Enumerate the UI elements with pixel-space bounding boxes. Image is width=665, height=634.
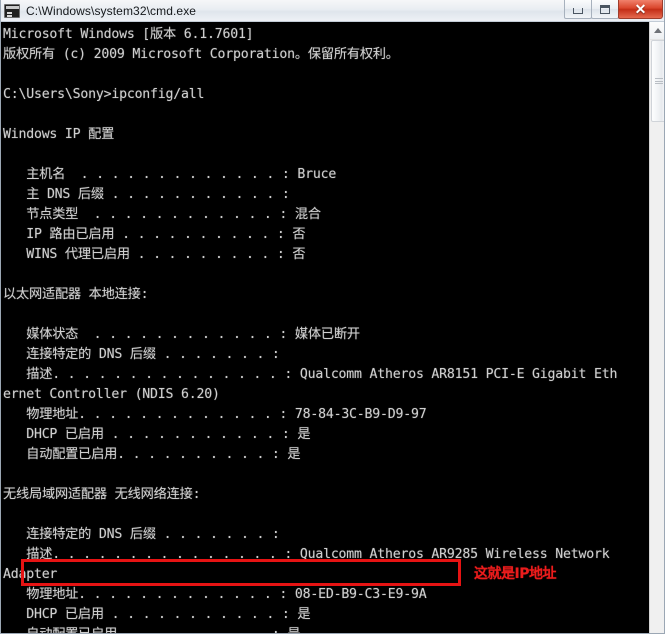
console-line: 媒体状态 . . . . . . . . . . . . : 媒体已断开 (3, 327, 360, 342)
minimize-icon (573, 7, 583, 14)
close-icon: ✕ (634, 1, 647, 17)
console-line: 自动配置已启用. . . . . . . . . . : 是 (3, 625, 649, 633)
chevron-up-icon (654, 28, 662, 33)
cmd-window: C:\Windows\system32\cmd.exe ✕ Microsoft … (0, 0, 665, 634)
console-line: 连接特定的 DNS 后缀 . . . . . . . : (3, 527, 280, 542)
console-line: 物理地址. . . . . . . . . . . . . : 78-84-3C… (3, 407, 427, 422)
console-line: ernet Controller (NDIS 6.20) (3, 387, 220, 402)
console-line: C:\Users\Sony>ipconfig/all (3, 87, 205, 102)
console-output[interactable]: Microsoft Windows [版本 6.1.7601] 版权所有 (c) … (1, 22, 649, 633)
console-line: 版权所有 (c) 2009 Microsoft Corporation。保留所有… (3, 47, 399, 62)
console-line: 描述. . . . . . . . . . . . . . . : Qualco… (3, 367, 618, 382)
console-line: 主 DNS 后缀 . . . . . . . . . . . : (3, 187, 290, 202)
console-line: 物理地址. . . . . . . . . . . . . : 08-ED-B9… (3, 587, 427, 602)
ipv4-annotation-label: 这就是IP地址 (474, 566, 556, 582)
scrollbar-thumb[interactable] (651, 40, 664, 122)
console-icon (4, 3, 20, 18)
console-line: 主机名 . . . . . . . . . . . . . : Bruce (3, 167, 337, 182)
window-title: C:\Windows\system32\cmd.exe (26, 3, 197, 18)
scroll-up-arrow[interactable] (650, 22, 664, 40)
console-line: 自动配置已启用. . . . . . . . . . : 是 (3, 447, 301, 462)
console-line: 节点类型 . . . . . . . . . . . . : 混合 (3, 207, 321, 222)
console-line: WINS 代理已启用 . . . . . . . . . : 否 (3, 247, 306, 262)
console-area: Microsoft Windows [版本 6.1.7601] 版权所有 (c) … (1, 22, 664, 633)
console-line: 连接特定的 DNS 后缀 . . . . . . . : (3, 347, 280, 362)
close-button[interactable]: ✕ (618, 0, 663, 19)
console-line: DHCP 已启用 . . . . . . . . . . . : 是 (3, 607, 311, 622)
console-line: Windows IP 配置 (3, 127, 115, 142)
vertical-scrollbar[interactable] (649, 22, 664, 633)
console-line: 以太网适配器 本地连接: (3, 287, 149, 302)
scrollbar-grip-icon (655, 78, 663, 84)
maximize-icon (600, 4, 610, 14)
console-line: DHCP 已启用 . . . . . . . . . . . : 是 (3, 427, 311, 442)
window-controls: ✕ (564, 0, 663, 21)
maximize-button[interactable] (591, 0, 619, 19)
console-line: IP 路由已启用 . . . . . . . . . . : 否 (3, 227, 306, 242)
console-line: 无线局域网适配器 无线网络连接: (3, 487, 201, 502)
console-line: Microsoft Windows [版本 6.1.7601] (3, 27, 254, 42)
console-line: 描述. . . . . . . . . . . . . . . : Qualco… (3, 547, 610, 562)
minimize-button[interactable] (564, 0, 592, 19)
title-bar[interactable]: C:\Windows\system32\cmd.exe ✕ (1, 0, 664, 22)
